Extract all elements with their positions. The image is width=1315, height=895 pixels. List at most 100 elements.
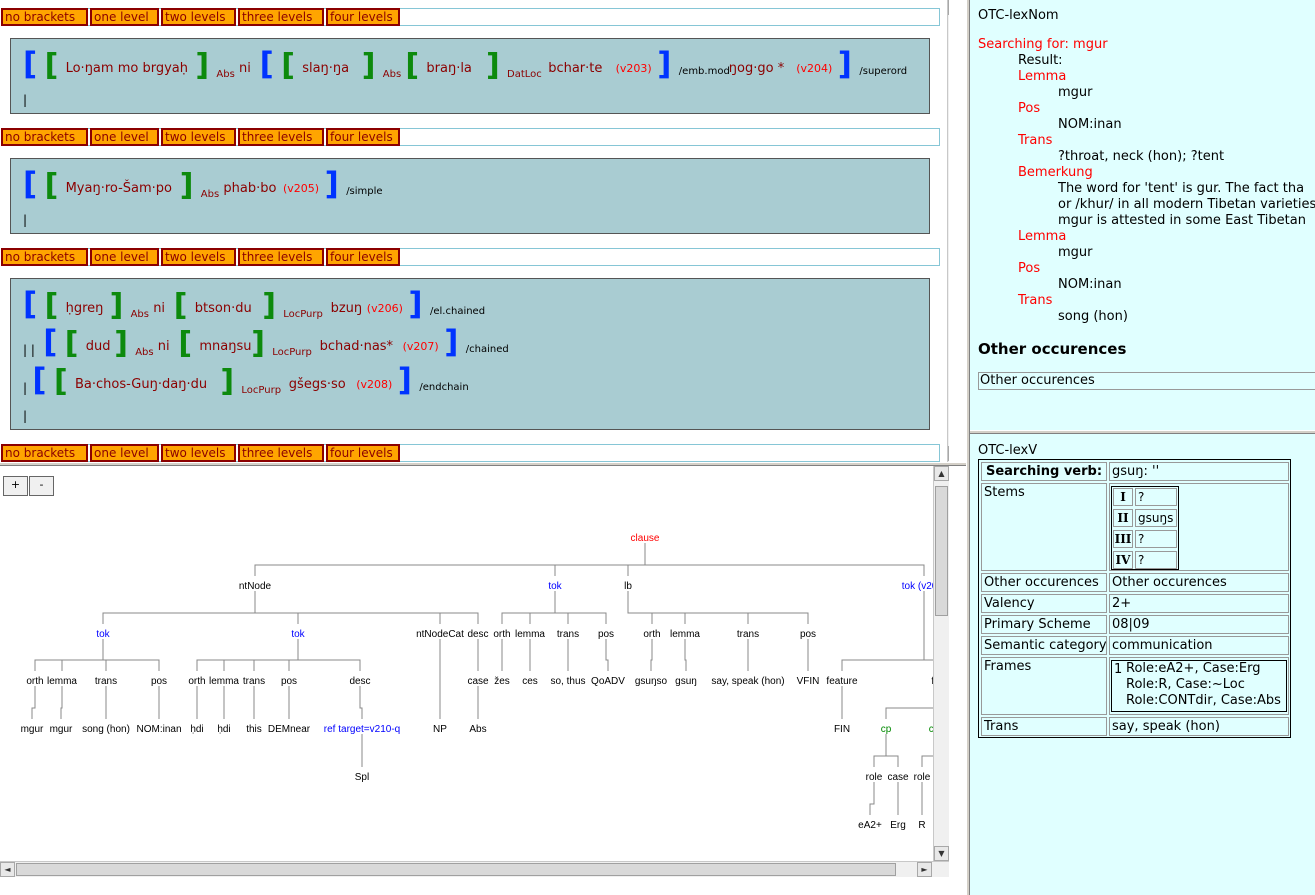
tree-scroll-up-button[interactable]: ▲	[934, 466, 949, 481]
tree-node[interactable]: R	[918, 820, 925, 831]
tree-node[interactable]: NP	[433, 724, 447, 735]
word-token[interactable]: ni	[239, 61, 251, 76]
tree-node[interactable]: Erg	[890, 820, 906, 831]
word-token[interactable]: ni	[153, 301, 165, 316]
tree-node[interactable]: Abs	[469, 724, 486, 735]
level-button-two-levels[interactable]: two levels	[161, 444, 236, 462]
tree-node[interactable]: orth	[643, 629, 660, 640]
tree-node[interactable]: lemma	[47, 676, 77, 687]
tree-node[interactable]: pos	[800, 629, 816, 640]
word-token[interactable]: phab·bo	[223, 181, 276, 196]
level-button-three-levels[interactable]: three levels	[238, 444, 324, 462]
tree-node[interactable]: ref target=v210-q	[324, 724, 400, 735]
verb-ref[interactable]: (v208)	[356, 378, 392, 391]
level-button-four-levels[interactable]: four levels	[326, 444, 400, 462]
tree-node[interactable]: ntNodeCat	[416, 629, 464, 640]
tree-node[interactable]: say, speak (hon)	[711, 676, 784, 687]
tree-node[interactable]: tok	[548, 581, 562, 592]
tree-node[interactable]: trans	[737, 629, 759, 640]
level-button-two-levels[interactable]: two levels	[161, 8, 236, 26]
level-button-four-levels[interactable]: four levels	[326, 248, 400, 266]
verb-ref[interactable]: (v206)	[367, 302, 403, 315]
word-token[interactable]: ni	[158, 339, 170, 354]
tree-node[interactable]: gsuŋso	[635, 676, 668, 687]
word-token[interactable]: ḥgreŋ	[66, 301, 104, 316]
tree-node[interactable]: ḥdi	[217, 724, 230, 735]
verb-ref[interactable]: (v204)	[796, 62, 832, 75]
tree-node[interactable]: ḥdi	[190, 724, 203, 735]
tree-node[interactable]: desc	[467, 629, 488, 640]
verb-ref[interactable]: (v205)	[283, 182, 319, 195]
level-button-one-level[interactable]: one level	[90, 8, 159, 26]
tree-node[interactable]: pos	[598, 629, 614, 640]
tree-node[interactable]: ces	[522, 676, 538, 687]
word-token[interactable]: bchar·te	[548, 61, 602, 76]
level-button-two-levels[interactable]: two levels	[161, 248, 236, 266]
tree-node[interactable]: cp	[881, 724, 892, 735]
tree-node[interactable]: desc	[349, 676, 370, 687]
tree-node[interactable]: pos	[281, 676, 297, 687]
tree-node[interactable]: eA2+	[858, 820, 882, 831]
tree-node[interactable]: lemma	[209, 676, 239, 687]
tree-node[interactable]: case	[887, 772, 909, 783]
tree-node[interactable]: lemma	[670, 629, 700, 640]
word-token[interactable]: braŋ·la	[426, 61, 472, 76]
tree-node[interactable]: QoADV	[591, 676, 625, 687]
tree-scroll-right-button[interactable]: ►	[917, 862, 932, 877]
level-button-no-brackets[interactable]: no brackets	[1, 128, 88, 146]
level-button-one-level[interactable]: one level	[90, 444, 159, 462]
word-token[interactable]: Lo·ŋam mo brgyaḥ	[66, 61, 188, 76]
level-button-no-brackets[interactable]: no brackets	[1, 444, 88, 462]
tree-node[interactable]: trans	[95, 676, 117, 687]
tree-hscrollbar[interactable]: ◄ ►	[0, 861, 949, 877]
tree-node[interactable]: clause	[631, 533, 660, 544]
tree-node[interactable]: ntNode	[239, 581, 272, 592]
tree-node[interactable]: feature	[826, 676, 858, 687]
word-token[interactable]: slaŋ·ŋa	[302, 61, 349, 76]
tree-node[interactable]: tok	[291, 629, 305, 640]
word-token[interactable]: Ba·chos-Guŋ·daŋ·du	[75, 377, 207, 392]
tree-node[interactable]: DEMnear	[268, 724, 311, 735]
tree-node[interactable]: song (hon)	[82, 724, 130, 735]
tree-node[interactable]: role	[866, 772, 883, 783]
word-token[interactable]: ŋog·go *	[729, 61, 784, 76]
tree-node[interactable]: role	[914, 772, 931, 783]
word-token[interactable]: btson·du	[195, 301, 252, 316]
tree-node[interactable]: this	[246, 724, 262, 735]
tree-node[interactable]: trans	[243, 676, 265, 687]
tree-node[interactable]: pos	[151, 676, 167, 687]
level-button-four-levels[interactable]: four levels	[326, 128, 400, 146]
tree-node[interactable]: lemma	[515, 629, 545, 640]
word-token[interactable]: bzuŋ	[331, 301, 363, 316]
tree-hscroll-thumb[interactable]	[16, 863, 896, 876]
tree-node[interactable]: mgur	[21, 724, 44, 735]
scroll-up-button[interactable]: ▲	[948, 0, 949, 15]
tree-node[interactable]: NOM:inan	[136, 724, 181, 735]
word-token[interactable]: dud	[86, 339, 111, 354]
word-token[interactable]: gšegs·so	[289, 377, 346, 392]
level-button-no-brackets[interactable]: no brackets	[1, 248, 88, 266]
verb-ref[interactable]: (v207)	[403, 340, 439, 353]
level-button-four-levels[interactable]: four levels	[326, 8, 400, 26]
tree-node[interactable]: case	[467, 676, 489, 687]
verb-ref[interactable]: (v203)	[616, 62, 652, 75]
tree-scroll-down-button[interactable]: ▼	[934, 846, 949, 861]
tree-node[interactable]: tok	[96, 629, 110, 640]
tree-node[interactable]: lb	[624, 581, 632, 592]
tree-node[interactable]: gsuŋ	[675, 676, 697, 687]
word-token[interactable]: mnaŋsu	[199, 339, 251, 354]
sentence-scrollbar[interactable]: ▲ ▼	[947, 0, 949, 462]
tree-node[interactable]: mgur	[50, 724, 73, 735]
word-token[interactable]: Myaŋ·ro-Šam·po	[66, 181, 172, 196]
tree-node[interactable]: orth	[188, 676, 205, 687]
tree-scroll-left-button[interactable]: ◄	[0, 862, 15, 877]
tree-node[interactable]: žes	[494, 676, 510, 687]
other-occurences-box[interactable]: Other occurences	[978, 372, 1315, 390]
level-button-two-levels[interactable]: two levels	[161, 128, 236, 146]
level-button-no-brackets[interactable]: no brackets	[1, 8, 88, 26]
level-button-three-levels[interactable]: three levels	[238, 248, 324, 266]
tree-node[interactable]: orth	[26, 676, 43, 687]
tree-vscrollbar[interactable]: ▲ ▼	[933, 466, 949, 861]
word-token[interactable]: bchad·nas*	[320, 339, 393, 354]
other-occ-value[interactable]: Other occurences	[1109, 573, 1289, 592]
